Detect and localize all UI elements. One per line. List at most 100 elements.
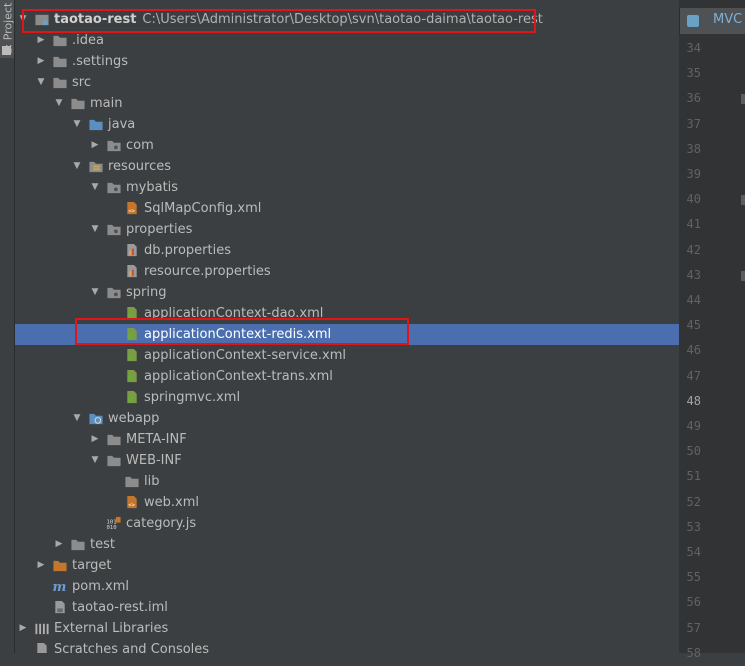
folder-icon [107,455,121,467]
tree-row-name: lib [144,474,160,489]
tree-row[interactable]: ▶ target [15,555,679,576]
tree-row[interactable]: <> web.xml [15,492,679,513]
svg-text:<>: <> [128,208,135,214]
tree-row-label: mybatis [126,177,178,198]
chevron-down-icon[interactable]: ▼ [90,282,100,303]
tree-row-name: springmvc.xml [144,390,241,405]
tree-row-name: mybatis [126,180,179,195]
tree-row-label: target [72,555,112,576]
line-number: 55 [686,570,701,585]
chevron-right-icon[interactable]: ▶ [90,135,100,156]
tree-row[interactable]: db.properties [15,240,679,261]
editor-tab[interactable]: MVC [679,8,745,34]
project-toolwindow-tab[interactable]: 1: Project [0,0,15,58]
tree-row[interactable]: applicationContext-trans.xml [15,366,679,387]
chevron-down-icon[interactable]: ▼ [72,408,82,429]
tree-row[interactable]: ▶ .settings [15,51,679,72]
tree-row-name: main [90,96,123,111]
tree-row-label: WEB-INF [126,450,182,471]
tree-row[interactable]: m pom.xml [15,576,679,597]
tree-row[interactable]: ▼ WEB-INF [15,450,679,471]
fold-marker-icon[interactable] [741,94,745,105]
fold-marker-icon[interactable] [741,270,745,281]
chevron-right-icon[interactable]: ▶ [90,429,100,450]
chevron-right-icon[interactable]: ▶ [36,51,46,72]
tree-row[interactable]: taotao-rest.iml [15,597,679,618]
folder-icon [71,539,85,551]
line-number: 52 [686,494,701,509]
chevron-down-icon[interactable]: ▼ [54,93,64,114]
tree-row-label: main [90,93,122,114]
folder-icon [125,476,139,488]
fold-marker-icon[interactable] [741,195,745,206]
tree-row[interactable]: ▼ spring [15,282,679,303]
tree-row-label: properties [126,219,192,240]
tree-row-name: src [72,75,91,90]
line-number: 39 [686,167,701,181]
tree-row[interactable]: <> SqlMapConfig.xml [15,198,679,219]
tree-row[interactable]: ▶ .idea [15,30,679,51]
tree-row-name: db.properties [144,243,231,258]
iml-file-icon [55,600,65,614]
tree-row-label: resource.properties [144,261,271,282]
project-icon [2,46,11,55]
tree-row-name: SqlMapConfig.xml [144,201,262,216]
folder-icon [71,98,85,110]
tree-row-label: applicationContext-trans.xml [144,366,333,387]
libraries-icon [35,623,49,635]
chevron-right-icon[interactable]: ▶ [36,30,46,51]
properties-file-icon [127,243,137,257]
tree-row-name: taotao-rest.iml [72,600,168,615]
tree-row-label: taotao-rest.iml [72,597,168,618]
tree-row[interactable]: ▼ properties [15,219,679,240]
tree-row-label: com [126,135,154,156]
package-icon [107,182,121,194]
chevron-right-icon[interactable]: ▶ [54,534,64,555]
tree-row[interactable]: 101 010 category.js [15,513,679,534]
tree-row[interactable]: applicationContext-service.xml [15,345,679,366]
tree-row[interactable]: ▶ External Libraries [15,618,679,639]
spring-xml-file-icon [127,348,137,362]
tree-row-name: java [108,117,136,132]
tree-row[interactable]: ▼ mybatis [15,177,679,198]
tree-row[interactable]: ▼ src [15,72,679,93]
tree-row[interactable]: ▶ test [15,534,679,555]
tree-row[interactable]: ▶ com [15,135,679,156]
tree-row-name: META-INF [126,432,187,447]
chevron-down-icon[interactable]: ▼ [72,114,82,135]
tree-row-label: pom.xml [72,576,129,597]
chevron-right-icon[interactable]: ▶ [18,618,28,639]
line-number: 36 [686,91,701,106]
tree-row[interactable]: springmvc.xml [15,387,679,408]
tree-row-name: web.xml [144,495,199,510]
project-toolwindow-strip: 1: Project [0,0,15,653]
tree-row-name: applicationContext-service.xml [144,348,346,363]
tree-row[interactable]: resource.properties [15,261,679,282]
tree-row-label: lib [144,471,159,492]
package-icon [107,140,121,152]
chevron-down-icon[interactable]: ▼ [90,450,100,471]
chevron-right-icon[interactable]: ▶ [36,555,46,576]
chevron-down-icon[interactable]: ▼ [90,219,100,240]
tree-row[interactable]: ▶ META-INF [15,429,679,450]
folder-icon [107,434,121,446]
tree-row-label: .settings [72,51,128,72]
editor-tab-label[interactable]: MVC [713,12,742,27]
tree-row[interactable]: ▼ resources [15,156,679,177]
line-number: 44 [686,293,701,307]
tree-row[interactable]: Scratches and Consoles [15,639,679,653]
chevron-down-icon[interactable]: ▼ [90,177,100,198]
tree-row-name: com [126,138,154,153]
chevron-down-icon[interactable]: ▼ [36,72,46,93]
tree-row[interactable]: ▼ main [15,93,679,114]
line-number: 48 [686,393,701,408]
tree-row[interactable]: ▼ java [15,114,679,135]
binary-file-icon: 101010 [107,516,121,531]
source-folder-icon [89,119,103,131]
tree-row[interactable]: ▼ webapp [15,408,679,429]
chevron-down-icon[interactable]: ▼ [72,156,82,177]
tree-row-name: category.js [126,516,197,531]
tree-row-label: applicationContext-service.xml [144,345,346,366]
tree-row[interactable]: lib [15,471,679,492]
line-number: 50 [686,444,701,459]
